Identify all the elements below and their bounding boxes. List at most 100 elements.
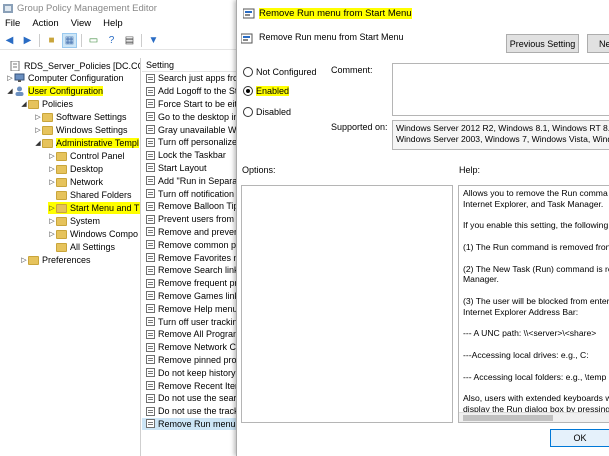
tree-shared-folders[interactable]: Shared Folders	[48, 189, 132, 201]
chevron-right-icon[interactable]: ▷	[48, 165, 56, 173]
setting-row[interactable]: Remove All Program	[142, 328, 242, 341]
comment-textarea[interactable]	[392, 63, 609, 116]
help-icon[interactable]: ?	[105, 34, 118, 47]
folder-icon	[56, 242, 67, 252]
tree-start-menu-taskbar[interactable]: ▷ Start Menu and T	[48, 202, 140, 214]
up-folder-icon[interactable]: ■	[45, 34, 58, 47]
setting-row[interactable]: Turn off notification	[142, 187, 242, 200]
tree-network[interactable]: ▷ Network	[48, 176, 103, 188]
tree-windows-components[interactable]: ▷ Windows Compo	[48, 228, 138, 240]
setting-row[interactable]: Remove frequent pr	[142, 277, 242, 290]
tree-control-panel[interactable]: ▷ Control Panel	[48, 150, 124, 162]
tree-windows-settings[interactable]: ▷ Windows Settings	[34, 124, 127, 136]
tree-user-configuration[interactable]: ◢ User Configuration	[6, 85, 104, 97]
scrollbar-thumb[interactable]	[463, 415, 553, 421]
menu-file[interactable]: File	[5, 18, 20, 29]
tree-label: Network	[70, 177, 104, 187]
setting-row[interactable]: Remove Run menu	[142, 417, 242, 431]
chevron-right-icon[interactable]: ▷	[34, 126, 42, 134]
chevron-right-icon[interactable]: ▷	[48, 204, 56, 212]
setting-row[interactable]: Remove pinned prog	[142, 354, 242, 367]
options-pane	[241, 185, 453, 423]
tree-policies[interactable]: ◢ Policies	[20, 98, 73, 110]
setting-row[interactable]: Search just apps fror	[142, 72, 242, 85]
setting-row[interactable]: Prevent users from c	[142, 213, 242, 226]
tree-preferences[interactable]: ▷ Preferences	[20, 254, 90, 266]
previous-setting-button[interactable]: Previous Setting	[506, 34, 579, 53]
chevron-right-icon[interactable]: ▷	[48, 152, 56, 160]
policy-setting-icon	[146, 355, 155, 365]
back-arrow-icon[interactable]: ◀	[3, 34, 16, 47]
setting-row[interactable]: Start Layout	[142, 162, 242, 175]
settings-column-header[interactable]: Setting	[142, 58, 242, 72]
export-list-icon[interactable]: ▭	[87, 34, 100, 47]
next-setting-button[interactable]: Ne	[587, 34, 609, 53]
setting-row[interactable]: Turn off user trackin	[142, 315, 242, 328]
setting-row[interactable]: Remove Balloon Tip	[142, 200, 242, 213]
setting-row[interactable]: Add "Run in Separat	[142, 174, 242, 187]
tree-label: Start Menu and T	[70, 203, 140, 213]
toolbar-separator	[81, 33, 82, 47]
setting-row[interactable]: Remove Network Co	[142, 341, 242, 354]
supported-on-label: Supported on:	[331, 122, 388, 132]
setting-row[interactable]: Gray unavailable Wir	[142, 123, 242, 136]
setting-row[interactable]: Remove common pr	[142, 238, 242, 251]
setting-row[interactable]: Remove Favorites m	[142, 251, 242, 264]
radio-enabled[interactable]: Enabled	[243, 86, 290, 96]
folder-icon	[42, 112, 53, 122]
setting-row[interactable]: Force Start to be eith	[142, 98, 242, 111]
setting-label: Do not use the searc	[158, 393, 242, 404]
setting-row[interactable]: Do not use the searc	[142, 392, 242, 405]
setting-row[interactable]: Remove Games link	[142, 290, 242, 303]
ok-button[interactable]: OK	[550, 429, 609, 447]
chevron-right-icon[interactable]: ▷	[48, 230, 56, 238]
setting-label: Remove Favorites m	[158, 252, 242, 263]
setting-row[interactable]: Remove Help menu	[142, 302, 242, 315]
menu-view[interactable]: View	[71, 18, 91, 29]
chevron-down-icon[interactable]: ◢	[20, 100, 28, 108]
tree-desktop[interactable]: ▷ Desktop	[48, 163, 103, 175]
chevron-down-icon[interactable]: ◢	[34, 139, 42, 147]
help-horizontal-scrollbar[interactable]	[459, 412, 609, 422]
tree-all-settings[interactable]: All Settings	[48, 241, 115, 253]
tree-label: Administrative Templ	[56, 138, 139, 148]
chevron-right-icon[interactable]: ▷	[48, 178, 56, 186]
setting-row[interactable]: Add Logoff to the St	[142, 85, 242, 98]
menu-help[interactable]: Help	[103, 18, 123, 29]
properties-icon[interactable]: ▤	[123, 34, 136, 47]
policy-setting-icon	[146, 329, 155, 339]
setting-row[interactable]: Lock the Taskbar	[142, 149, 242, 162]
tree-label: All Settings	[70, 242, 116, 252]
tree-software-settings[interactable]: ▷ Software Settings	[34, 111, 126, 123]
policy-setting-icon	[146, 137, 155, 147]
tree-computer-configuration[interactable]: ▷ Computer Configuration	[6, 72, 123, 84]
menu-action[interactable]: Action	[32, 18, 58, 29]
setting-row[interactable]: Remove and prevent	[142, 226, 242, 239]
setting-row[interactable]: Do not keep history	[142, 366, 242, 379]
filter-icon[interactable]: ▼	[147, 34, 160, 47]
chevron-down-icon[interactable]: ◢	[6, 87, 14, 95]
setting-row[interactable]: Remove Search link	[142, 264, 242, 277]
tree-root[interactable]: RDS_Server_Policies [DC.CONTO	[2, 60, 140, 72]
chevron-right-icon[interactable]: ▷	[20, 256, 28, 264]
tree-label: User Configuration	[28, 86, 104, 96]
forward-arrow-icon[interactable]: ▶	[21, 34, 34, 47]
policy-setting-icon	[146, 201, 155, 211]
chevron-right-icon[interactable]: ▷	[48, 217, 56, 225]
setting-row[interactable]: Go to the desktop in	[142, 110, 242, 123]
setting-label: Turn off notification	[158, 188, 235, 199]
chevron-right-icon[interactable]: ▷	[6, 74, 14, 82]
tree-system[interactable]: ▷ System	[48, 215, 100, 227]
policy-setting-icon	[146, 381, 155, 391]
help-line: (2) The New Task (Run) command is re	[463, 263, 609, 274]
show-tree-icon[interactable]: ▦	[62, 32, 77, 48]
policy-setting-icon	[146, 419, 155, 429]
radio-disabled[interactable]: Disabled	[243, 107, 291, 117]
tree-administrative-templates[interactable]: ◢ Administrative Templ	[34, 137, 139, 149]
setting-row[interactable]: Do not use the track	[142, 405, 242, 418]
chevron-right-icon[interactable]: ▷	[34, 113, 42, 121]
setting-row[interactable]: Turn off personalized	[142, 136, 242, 149]
radio-not-configured[interactable]: Not Configured	[243, 67, 317, 77]
policy-setting-icon	[146, 227, 155, 237]
setting-row[interactable]: Remove Recent Item	[142, 379, 242, 392]
